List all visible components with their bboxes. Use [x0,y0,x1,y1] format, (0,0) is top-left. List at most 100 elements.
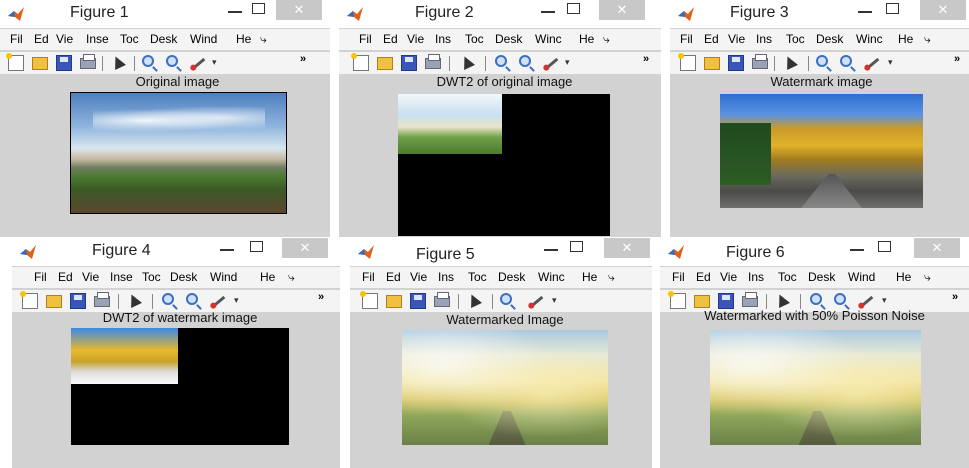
menu-window[interactable]: Winc [856,32,883,46]
menu-overflow-icon[interactable]: ⤷ [924,32,931,47]
menu-edit[interactable]: Ed [696,270,711,284]
zoom-in-icon[interactable] [495,55,507,67]
minimize-button[interactable] [541,5,555,17]
title-bar[interactable]: Figure 3 ✕ [670,0,969,28]
save-icon[interactable] [728,55,744,71]
minimize-button[interactable] [850,243,864,255]
open-folder-icon[interactable] [386,295,402,308]
brush-icon[interactable] [212,295,226,308]
save-icon[interactable] [718,293,734,309]
toolbar-more-icon[interactable]: » [643,53,659,69]
title-bar[interactable]: Figure 4 ✕ [12,238,340,266]
title-bar[interactable]: Figure 2 ✕ [339,0,661,28]
zoom-in-icon[interactable] [500,293,512,305]
menu-tools[interactable]: Toc [120,32,139,46]
close-button[interactable]: ✕ [914,238,960,258]
menu-desktop[interactable]: Desk [816,32,843,46]
maximize-button[interactable] [878,241,891,252]
menu-insert[interactable]: Inse [110,270,133,284]
zoom-in-icon[interactable] [816,55,828,67]
menu-insert[interactable]: Ins [748,270,764,284]
menu-insert[interactable]: Ins [435,32,451,46]
zoom-in-icon[interactable] [142,55,154,67]
print-icon[interactable] [742,292,758,307]
print-icon[interactable] [434,292,450,307]
minimize-button[interactable] [220,243,234,255]
menu-overflow-icon[interactable]: ⤷ [924,270,931,285]
menu-window[interactable]: Winc [535,32,562,46]
menu-tools[interactable]: Toc [786,32,805,46]
title-bar[interactable]: Figure 5 ✕ [350,238,652,266]
close-button[interactable]: ✕ [282,238,328,258]
close-button[interactable]: ✕ [920,0,966,20]
brush-icon[interactable] [192,57,206,70]
zoom-out-icon[interactable] [166,55,178,67]
menu-edit[interactable]: Ed [34,32,49,46]
new-figure-icon[interactable] [20,291,38,309]
menu-overflow-icon[interactable]: ⤷ [260,32,267,47]
pointer-icon[interactable] [774,292,790,308]
menu-overflow-icon[interactable]: ⤷ [603,32,610,47]
menu-desktop[interactable]: Desk [498,270,525,284]
menu-overflow-icon[interactable]: ⤷ [608,270,615,285]
new-figure-icon[interactable] [6,53,24,71]
menu-help[interactable]: He [579,32,594,46]
brush-icon[interactable] [860,295,874,308]
close-button[interactable]: ✕ [276,0,322,20]
menu-view[interactable]: Vie [407,32,424,46]
print-icon[interactable] [425,54,441,69]
toolbar-more-icon[interactable]: » [300,53,316,69]
open-folder-icon[interactable] [704,57,720,70]
maximize-button[interactable] [567,3,580,14]
pointer-icon[interactable] [110,54,126,70]
minimize-button[interactable] [228,5,242,17]
zoom-in-icon[interactable] [810,293,822,305]
zoom-out-icon[interactable] [186,293,198,305]
menu-edit[interactable]: Ed [58,270,73,284]
pointer-icon[interactable] [126,292,142,308]
toolbar-more-icon[interactable]: » [318,291,334,307]
menu-file[interactable]: Fil [672,270,685,284]
menu-help[interactable]: He [898,32,913,46]
pointer-icon[interactable] [466,292,482,308]
menu-file[interactable]: Fil [362,270,375,284]
menu-help[interactable]: He [260,270,275,284]
menu-help[interactable]: He [236,32,251,46]
menu-insert[interactable]: Ins [438,270,454,284]
menu-view[interactable]: Vie [56,32,73,46]
print-icon[interactable] [94,292,110,307]
menu-view[interactable]: Vie [728,32,745,46]
menu-desktop[interactable]: Desk [170,270,197,284]
chevron-down-icon[interactable]: ▾ [888,57,904,73]
title-bar[interactable]: Figure 1 ✕ [0,0,330,28]
chevron-down-icon[interactable]: ▾ [565,57,581,73]
menu-view[interactable]: Vie [410,270,427,284]
menu-tools[interactable]: Toc [142,270,161,284]
menu-help[interactable]: He [582,270,597,284]
brush-icon[interactable] [545,57,559,70]
chevron-down-icon[interactable]: ▾ [552,295,568,311]
minimize-button[interactable] [858,5,872,17]
open-folder-icon[interactable] [377,57,393,70]
zoom-out-icon[interactable] [834,293,846,305]
maximize-button[interactable] [570,241,583,252]
print-icon[interactable] [80,54,96,69]
menu-help[interactable]: He [896,270,911,284]
save-icon[interactable] [56,55,72,71]
toolbar-more-icon[interactable]: » [952,291,968,307]
title-bar[interactable]: Figure 6 ✕ [660,238,969,266]
open-folder-icon[interactable] [46,295,62,308]
menu-insert[interactable]: Inse [86,32,109,46]
menu-tools[interactable]: Toc [465,32,484,46]
menu-file[interactable]: Fil [34,270,47,284]
new-figure-icon[interactable] [360,291,378,309]
maximize-button[interactable] [886,3,899,14]
close-button[interactable]: ✕ [599,0,645,20]
menu-window[interactable]: Winc [538,270,565,284]
brush-icon[interactable] [866,57,880,70]
menu-tools[interactable]: Toc [468,270,487,284]
menu-edit[interactable]: Ed [704,32,719,46]
pointer-icon[interactable] [782,54,798,70]
menu-edit[interactable]: Ed [386,270,401,284]
menu-file[interactable]: Fil [10,32,23,46]
